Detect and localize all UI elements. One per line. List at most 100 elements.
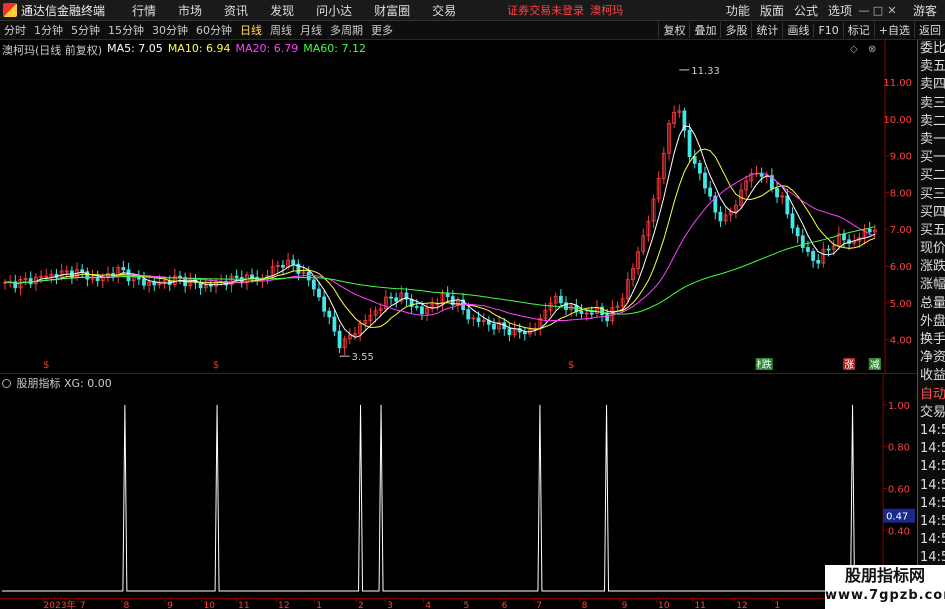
indicator-legend: 股朋指标 XG: 0.00 [2, 375, 112, 391]
event-marker: 涨 [844, 359, 854, 371]
statistics-button[interactable]: 统计 [751, 22, 782, 38]
side-panel-item[interactable]: 涨跌 [918, 258, 945, 276]
side-panel-item[interactable]: 14:56 [918, 531, 945, 549]
menu-item-layout[interactable]: 版面 [755, 2, 789, 19]
settings-circle-icon[interactable] [2, 379, 11, 388]
date-tick-label: 6 [502, 601, 508, 609]
side-panel-item[interactable]: 自动 [918, 386, 945, 404]
date-tick-label: 1 [316, 601, 322, 609]
candle-body [80, 269, 85, 273]
menu-item-options[interactable]: 选项 [823, 2, 857, 19]
side-panel-item[interactable]: 买四 [918, 204, 945, 222]
side-panel-item[interactable]: 净资 [918, 349, 945, 367]
event-marker: $ [213, 360, 219, 371]
candle-body [317, 288, 321, 298]
date-tick-label: 9 [167, 601, 173, 609]
menu-item-formula[interactable]: 公式 [789, 2, 823, 19]
menu-item-wealth[interactable]: 财富圈 [363, 2, 421, 19]
side-panel-item[interactable]: 卖五 [918, 58, 945, 76]
date-tick-label: 4 [425, 601, 431, 609]
side-panel-item[interactable]: 14:56 [918, 477, 945, 495]
back-button[interactable]: 返回 [914, 22, 945, 38]
watermark-title: 股朋指标网 [844, 566, 925, 585]
period-tab-15min[interactable]: 15分钟 [104, 22, 148, 38]
mark-button[interactable]: 标记 [842, 22, 874, 38]
app-title: 通达信金融终端 [21, 3, 106, 18]
date-tick-label: 2023年 [44, 599, 76, 609]
candle-body [785, 195, 790, 215]
f10-button[interactable]: F10 [813, 23, 842, 37]
candle-body [152, 281, 157, 286]
notice-stock-name[interactable]: 澳柯玛 [590, 2, 623, 18]
menu-item-discover[interactable]: 发现 [259, 2, 305, 19]
side-panel-item[interactable]: 卖一 [918, 131, 945, 149]
candle-body [306, 271, 311, 281]
indicator-tick-label: 0.60 [888, 484, 910, 495]
draw-line-button[interactable]: 画线 [782, 22, 813, 38]
menu-item-functions[interactable]: 功能 [721, 2, 755, 19]
add-watchlist-button[interactable]: +自选 [873, 22, 914, 38]
candle-body [234, 275, 239, 278]
multi-stock-button[interactable]: 多股 [720, 22, 751, 38]
period-tab-30min[interactable]: 30分钟 [148, 22, 192, 38]
candle-body [322, 296, 327, 312]
side-panel-item[interactable]: 卖二 [918, 113, 945, 131]
menu-item-news[interactable]: 资讯 [213, 2, 259, 19]
side-panel-item[interactable]: 14:56 [918, 495, 945, 513]
indicator-chart[interactable]: 1.000.800.600.400.200.47 [0, 373, 917, 598]
period-tab-more[interactable]: 更多 [367, 22, 397, 38]
side-panel-item[interactable]: 买五 [918, 222, 945, 240]
menu-bar: 通达信金融终端 行情 市场 资讯 发现 问小达 财富圈 交易 证券交易未登录 澳… [0, 0, 945, 21]
period-tab-intraday[interactable]: 分时 [0, 22, 30, 38]
period-tab-weekly[interactable]: 周线 [266, 22, 296, 38]
minimize-icon[interactable]: — [857, 4, 871, 17]
kline-chart[interactable]: 11.00 10.00 9.00 8.00 7.00 6.00 5.00 4.00 11.33 3… [0, 40, 917, 373]
side-panel-item[interactable]: 卖三 [918, 95, 945, 113]
adjust-button[interactable]: 复权 [658, 22, 689, 38]
side-panel-item[interactable]: 买一 [918, 149, 945, 167]
price-tick-label: 4.00 [890, 336, 912, 347]
candle-body [790, 213, 795, 229]
candle-body [250, 274, 254, 278]
side-panel-item[interactable]: 外盘 [918, 313, 945, 331]
side-panel-item[interactable]: 涨幅 [918, 276, 945, 294]
menu-item-trade[interactable]: 交易 [421, 2, 467, 19]
menu-item-market-quotes[interactable]: 行情 [121, 2, 167, 19]
period-tab-1min[interactable]: 1分钟 [30, 22, 67, 38]
side-panel-item[interactable]: 14:56 [918, 422, 945, 440]
date-tick-label: 8 [582, 601, 588, 609]
guest-label[interactable]: 游客 [913, 2, 937, 19]
candle-body [703, 172, 707, 189]
side-panel-item[interactable]: 买三 [918, 186, 945, 204]
close-icon[interactable]: ✕ [885, 4, 899, 17]
login-notice[interactable]: 证券交易未登录 [507, 2, 584, 18]
period-tab-monthly[interactable]: 月线 [296, 22, 326, 38]
maximize-icon[interactable]: □ [871, 4, 885, 17]
side-panel-item[interactable]: 总量 [918, 295, 945, 313]
menu-item-market[interactable]: 市场 [167, 2, 213, 19]
side-panel-item[interactable]: 卖四 [918, 76, 945, 94]
side-panel-item[interactable]: 现价 [918, 240, 945, 258]
candle-body [507, 328, 512, 336]
event-marker: $ [568, 360, 574, 371]
side-panel-item[interactable]: 买二 [918, 167, 945, 185]
ma60-line [4, 226, 876, 315]
overlay-button[interactable]: 叠加 [689, 22, 720, 38]
candle-body [867, 228, 872, 233]
side-panel-item[interactable]: 14:56 [918, 458, 945, 476]
period-tab-daily[interactable]: 日线 [236, 22, 266, 38]
side-panel-item[interactable]: 14:56 [918, 513, 945, 531]
side-panel-item[interactable]: 换手 [918, 331, 945, 349]
candle-body [589, 312, 594, 315]
period-tab-5min[interactable]: 5分钟 [67, 22, 104, 38]
period-tab-multi[interactable]: 多周期 [326, 22, 367, 38]
side-panel-item[interactable]: 交易 [918, 404, 945, 422]
side-panel-item[interactable]: 14:56 [918, 440, 945, 458]
candle-body [816, 260, 821, 264]
event-marker: 减 [870, 359, 880, 371]
candle-body [826, 248, 831, 251]
menu-item-ask[interactable]: 问小达 [305, 2, 363, 19]
period-tab-60min[interactable]: 60分钟 [192, 22, 236, 38]
side-panel-item[interactable]: 收益 [918, 367, 945, 385]
side-panel-item[interactable]: 委比 [918, 40, 945, 58]
